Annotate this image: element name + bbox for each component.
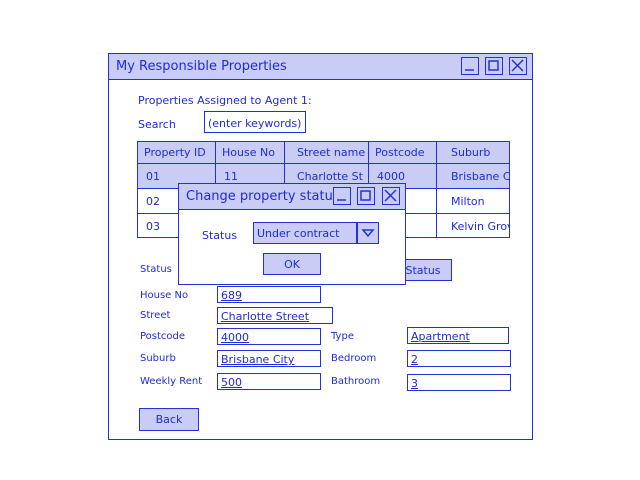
column-header-house-no[interactable]: House No	[216, 142, 285, 164]
type-label: Type	[331, 331, 354, 342]
minimize-button[interactable]	[461, 57, 479, 75]
close-icon	[384, 189, 397, 202]
maximize-icon	[360, 190, 371, 201]
bathroom-field[interactable]: 3	[407, 374, 511, 391]
dialog-close-button[interactable]	[382, 187, 400, 205]
minimize-icon	[465, 69, 474, 71]
back-button[interactable]: Back	[139, 408, 199, 431]
minimize-icon	[337, 199, 346, 201]
dialog-title: Change property status	[186, 189, 340, 204]
weekly-rent-label: Weekly Rent	[140, 376, 203, 387]
table-cell: Milton	[451, 195, 485, 208]
bedroom-label: Bedroom	[331, 353, 377, 364]
window-title: My Responsible Properties	[116, 59, 287, 74]
column-header-property-id[interactable]: Property ID	[138, 142, 216, 164]
street-label: Street	[140, 310, 171, 321]
status-dropdown-button[interactable]	[357, 222, 379, 244]
table-cell: Brisbane City	[451, 170, 510, 183]
search-label: Search	[138, 118, 176, 131]
type-field[interactable]: Apartment	[407, 327, 509, 344]
bathroom-label: Bathroom	[331, 376, 381, 387]
ok-button[interactable]: OK	[263, 253, 321, 275]
status-select[interactable]: Under contract	[253, 222, 357, 244]
postcode-label: Postcode	[140, 331, 186, 342]
maximize-button[interactable]	[485, 57, 503, 75]
dialog-maximize-button[interactable]	[357, 187, 375, 205]
house-no-field[interactable]: 689	[217, 286, 321, 303]
status-label: Status	[140, 264, 172, 275]
dialog-status-label: Status	[202, 229, 238, 242]
suburb-field[interactable]: Brisbane City	[217, 350, 321, 367]
weekly-rent-field[interactable]: 500	[217, 373, 321, 390]
street-field[interactable]: Charlotte Street	[217, 307, 333, 324]
search-input[interactable]: (enter keywords)	[204, 111, 306, 133]
suburb-label: Suburb	[140, 353, 176, 364]
bedroom-field[interactable]: 2	[407, 350, 511, 367]
dialog-minimize-button[interactable]	[333, 187, 351, 205]
postcode-field[interactable]: 4000	[217, 328, 321, 345]
column-header-suburb[interactable]: Suburb	[437, 142, 509, 164]
close-icon	[511, 59, 524, 72]
house-no-label: House No	[140, 290, 189, 301]
close-button[interactable]	[509, 57, 527, 75]
maximize-icon	[488, 60, 499, 71]
column-header-street-name[interactable]: Street name	[285, 142, 369, 164]
dropdown-arrow-icon	[361, 229, 375, 238]
table-cell: Kelvin Grove	[451, 220, 509, 233]
column-header-postcode[interactable]: Postcode	[369, 142, 437, 164]
assigned-label: Properties Assigned to Agent 1:	[138, 94, 312, 107]
